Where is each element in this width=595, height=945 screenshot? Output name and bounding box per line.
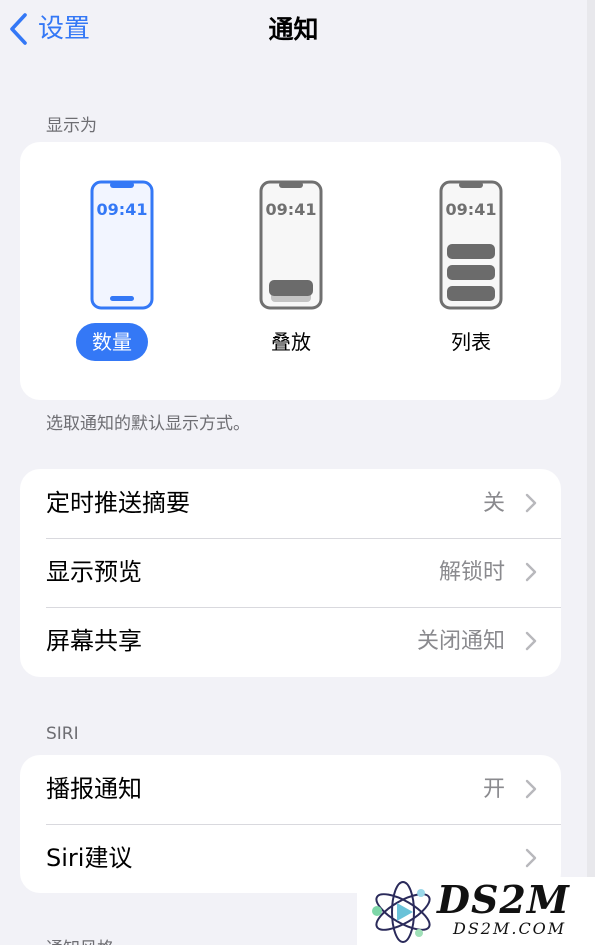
settings-group-card: 定时推送摘要 关 显示预览 解锁时 屏幕共享 关闭通知 xyxy=(20,469,561,677)
row-announce-notifications[interactable]: 播报通知 开 xyxy=(20,755,561,824)
option-label-stack: 叠放 xyxy=(271,330,311,354)
clock-text-stack: 09:41 xyxy=(266,200,317,219)
row-label: 屏幕共享 xyxy=(46,627,142,655)
display-option-list[interactable]: 09:41 列表 xyxy=(421,180,521,370)
right-edge-strip xyxy=(587,0,595,945)
row-label: 显示预览 xyxy=(46,558,142,586)
watermark: DS2M DS2M.COM xyxy=(357,877,595,945)
watermark-domain: DS2M.COM xyxy=(453,919,567,938)
phone-stack-icon: 09:41 xyxy=(259,180,323,310)
chevron-right-icon xyxy=(525,848,537,868)
phone-list-icon: 09:41 xyxy=(439,180,503,310)
chevron-right-icon xyxy=(525,562,537,582)
chevron-right-icon xyxy=(525,493,537,513)
clock-text-count: 09:41 xyxy=(97,200,148,219)
display-option-count[interactable]: 09:41 数量 xyxy=(72,180,172,370)
option-label-list: 列表 xyxy=(451,330,491,354)
chevron-right-icon xyxy=(525,631,537,651)
atom-logo-icon xyxy=(372,881,431,943)
chevron-right-icon xyxy=(525,779,537,799)
clock-text-list: 09:41 xyxy=(446,200,497,219)
siri-group-card: 播报通知 开 Siri建议 xyxy=(20,755,561,893)
page-title: 通知 xyxy=(268,15,319,44)
row-show-previews[interactable]: 显示预览 解锁时 xyxy=(20,538,561,607)
row-scheduled-summary[interactable]: 定时推送摘要 关 xyxy=(20,469,561,538)
row-value: 解锁时 xyxy=(438,560,505,585)
section-label-display: 显示为 xyxy=(46,116,97,136)
watermark-brand: DS2M xyxy=(437,877,570,922)
row-screen-sharing[interactable]: 屏幕共享 关闭通知 xyxy=(20,607,561,676)
section-label-notification-style: 通知风格 xyxy=(46,934,114,945)
display-style-card: 09:41 数量 09:41 叠放 09:41 列表 xyxy=(20,142,561,400)
row-label: 播报通知 xyxy=(46,775,142,803)
row-value: 关 xyxy=(482,491,505,516)
section-label-siri: SIRI xyxy=(46,724,79,744)
display-footer-note: 选取通知的默认显示方式。 xyxy=(46,414,250,434)
option-label-count: 数量 xyxy=(76,323,148,361)
row-value: 关闭通知 xyxy=(416,629,505,654)
display-option-stack[interactable]: 09:41 叠放 xyxy=(241,180,341,370)
row-label: 定时推送摘要 xyxy=(46,489,190,517)
phone-count-icon: 09:41 xyxy=(90,180,154,310)
row-label: Siri建议 xyxy=(46,844,133,872)
row-value: 开 xyxy=(482,777,505,802)
navigation-bar: 设置 通知 xyxy=(0,0,587,62)
